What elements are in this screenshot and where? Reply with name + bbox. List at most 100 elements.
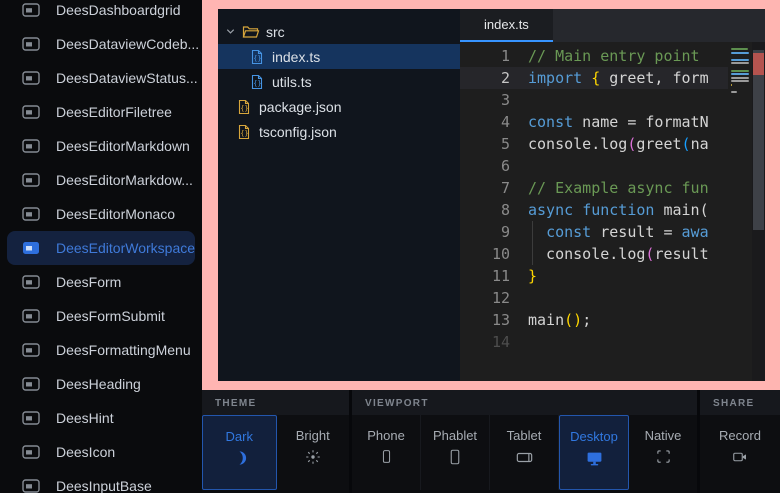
file-label: utils.ts: [272, 74, 312, 90]
sidebar-item-deesdataviewstatus[interactable]: DeesDataviewStatus...: [7, 61, 195, 95]
sidebar-item-label: DeesDashboardgrid: [56, 2, 181, 18]
line-number: 9: [460, 221, 510, 243]
line-number: 10: [460, 243, 510, 265]
toolbar-button-record[interactable]: Record: [700, 415, 780, 490]
sidebar-item-deeseditormarkdown[interactable]: DeesEditorMarkdown: [7, 129, 195, 163]
filetree-row-package-json[interactable]: {}package.json: [218, 94, 460, 119]
sidebar-item-deesdataviewcodeb[interactable]: DeesDataviewCodeb...: [7, 27, 195, 61]
code-line: 5 console.log(greet(na: [460, 133, 728, 155]
widget-icon: [22, 139, 40, 153]
code-line: 11 }: [460, 265, 728, 287]
toolbar-group-buttons: Record: [700, 415, 780, 490]
line-text: [510, 287, 528, 309]
sidebar-item-deesdashboardgrid[interactable]: DeesDashboardgrid: [7, 0, 195, 27]
code-line: 3: [460, 89, 728, 111]
line-number: 13: [460, 309, 510, 331]
filetree-row-utils-ts[interactable]: {}utils.ts: [218, 69, 460, 94]
line-text: }: [510, 265, 537, 287]
line-number: 6: [460, 155, 510, 177]
code-line: 14: [460, 331, 728, 353]
toolbar-button-dark[interactable]: Dark: [202, 415, 277, 490]
file-label: index.ts: [272, 49, 320, 65]
sidebar-item-deesformsubmit[interactable]: DeesFormSubmit: [7, 299, 195, 333]
code-line: 6: [460, 155, 728, 177]
toolbar-group-buttons: Phone Phablet Tablet Desktop Native: [352, 415, 697, 490]
line-text: [510, 89, 528, 111]
sidebar-item-deesicon[interactable]: DeesIcon: [7, 435, 195, 469]
sidebar-item-deesheading[interactable]: DeesHeading: [7, 367, 195, 401]
line-number: 3: [460, 89, 510, 111]
editor-workspace: src {}index.ts {}utils.ts {}package.json…: [218, 9, 765, 381]
toolbar-button-label: Desktop: [570, 429, 618, 444]
code-line: 2 import { greet, form: [460, 67, 728, 89]
line-text: async function main(: [510, 199, 709, 221]
svg-text:{}: {}: [240, 104, 248, 112]
sidebar-item-deeseditormonaco[interactable]: DeesEditorMonaco: [7, 197, 195, 231]
sidebar-item-label: DeesEditorMonaco: [56, 206, 175, 222]
demo-highlight-frame: src {}index.ts {}utils.ts {}package.json…: [202, 0, 780, 390]
line-number: 2: [460, 67, 510, 89]
line-text: console.log(result: [510, 243, 709, 265]
filetree-row-tsconfig-json[interactable]: {}tsconfig.json: [218, 119, 460, 144]
sidebar-item-deeseditorfiletree[interactable]: DeesEditorFiletree: [7, 95, 195, 129]
widget-icon: [22, 479, 40, 493]
sidebar-item-deesform[interactable]: DeesForm: [7, 265, 195, 299]
phone-icon: [379, 449, 394, 464]
toolbar-button-phone[interactable]: Phone: [352, 415, 421, 490]
toolbar-group-share: SHARE Record: [700, 390, 780, 493]
sidebar-item-label: DeesIcon: [56, 444, 115, 460]
sidebar-item-deeseditormarkdow[interactable]: DeesEditorMarkdow...: [7, 163, 195, 197]
sidebar-item-label: DeesEditorMarkdown: [56, 138, 190, 154]
toolbar-button-label: Tablet: [507, 428, 542, 443]
widget-icon: [22, 207, 40, 221]
line-text: const name = formatN: [510, 111, 709, 133]
line-number: 12: [460, 287, 510, 309]
file-tree-panel: src {}index.ts {}utils.ts {}package.json…: [218, 9, 460, 381]
sidebar-item-deeshint[interactable]: DeesHint: [7, 401, 195, 435]
line-text: import { greet, form: [510, 67, 709, 89]
tab-index-ts[interactable]: index.ts: [460, 9, 553, 42]
sidebar-item-label: DeesDataviewCodeb...: [56, 36, 199, 52]
sidebar-item-label: DeesEditorMarkdow...: [56, 172, 193, 188]
sidebar-item-deesformattingmenu[interactable]: DeesFormattingMenu: [7, 333, 195, 367]
sidebar-item-label: DeesEditorFiletree: [56, 104, 172, 120]
widget-icon: [22, 71, 40, 85]
filetree-row-src[interactable]: src: [218, 19, 460, 44]
minimap[interactable]: [728, 42, 752, 381]
sidebar-item-label: DeesForm: [56, 274, 121, 290]
sidebar-item-label: DeesEditorWorkspace: [56, 240, 195, 256]
toolbar-button-label: Dark: [226, 429, 253, 444]
svg-text:{}: {}: [253, 54, 261, 62]
component-list: DeesDashboardgrid DeesDataviewCodeb... D…: [0, 0, 202, 493]
line-number: 8: [460, 199, 510, 221]
bottom-toolbar: THEME Dark Bright VIEWPORT Phone Phablet…: [202, 390, 780, 493]
code-area[interactable]: 1 // Main entry point 2 import { greet, …: [460, 42, 728, 381]
desktop-icon: [586, 450, 603, 467]
code-line: 1 // Main entry point: [460, 45, 728, 67]
line-text: const result = awa: [510, 221, 709, 243]
sidebar-item-deeseditorworkspace[interactable]: DeesEditorWorkspace: [7, 231, 195, 265]
widget-icon: [22, 411, 40, 425]
toolbar-button-bright[interactable]: Bright: [277, 415, 350, 490]
code-line: 13 main();: [460, 309, 728, 331]
line-number: 7: [460, 177, 510, 199]
line-number: 4: [460, 111, 510, 133]
toolbar-button-native[interactable]: Native: [629, 415, 697, 490]
editor-scrollbar[interactable]: [752, 42, 765, 381]
toolbar-button-phablet[interactable]: Phablet: [421, 415, 490, 490]
main-stage: src {}index.ts {}utils.ts {}package.json…: [202, 0, 780, 493]
scrollbar-slider[interactable]: [753, 50, 764, 230]
toolbar-button-desktop[interactable]: Desktop: [559, 415, 629, 490]
toolbar-group-header: VIEWPORT: [352, 390, 697, 415]
code-line: 7 // Example async fun: [460, 177, 728, 199]
filetree-row-index-ts[interactable]: {} index.ts: [218, 44, 460, 69]
sidebar-item-deesinputbase[interactable]: DeesInputBase: [7, 469, 195, 493]
toolbar-button-label: Native: [645, 428, 682, 443]
toolbar-group-header: THEME: [202, 390, 349, 415]
toolbar-group-theme: THEME Dark Bright: [202, 390, 352, 493]
toolbar-button-tablet[interactable]: Tablet: [490, 415, 559, 490]
toolbar-button-label: Phablet: [433, 428, 477, 443]
ts-file-icon: {}: [250, 49, 264, 65]
code-line: 4 const name = formatN: [460, 111, 728, 133]
widget-icon: [22, 309, 40, 323]
